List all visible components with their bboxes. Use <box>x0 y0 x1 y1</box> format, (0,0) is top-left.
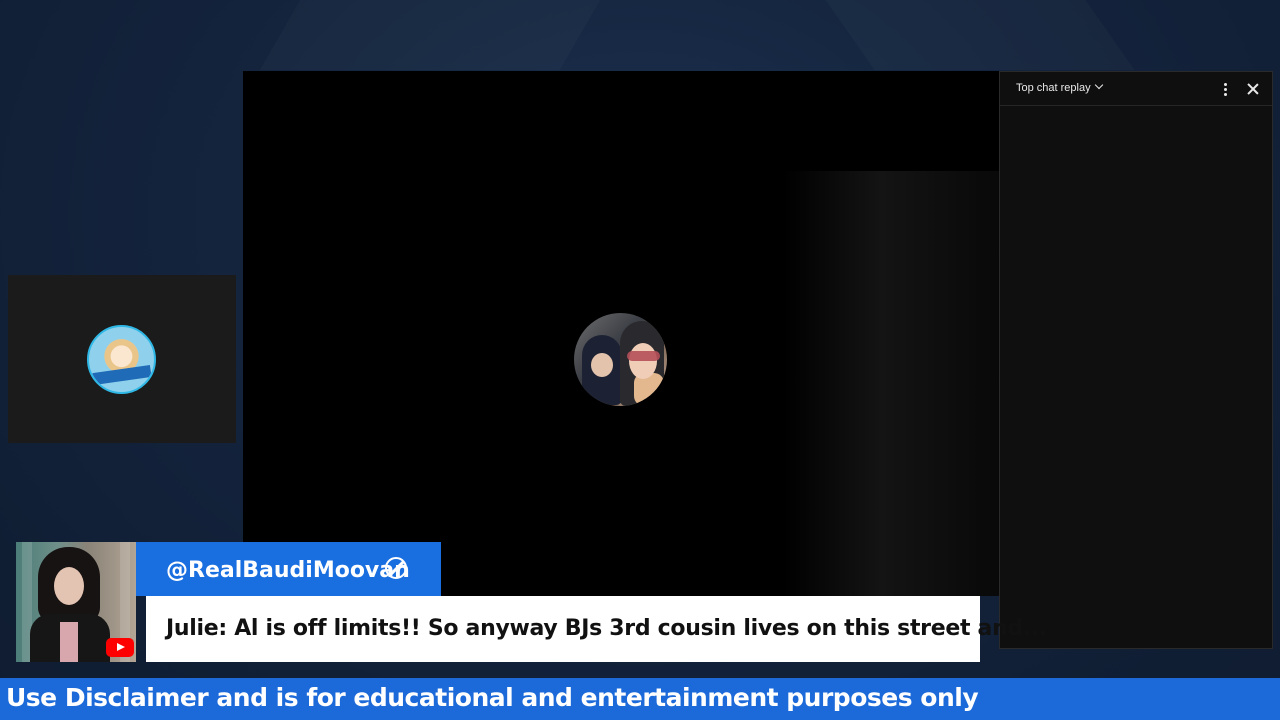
comment-message: Julie: Al is off limits!! So anyway BJs … <box>166 616 1048 641</box>
chevron-down-icon <box>1094 80 1103 90</box>
disclaimer-ticker: Use Disclaimer and is for educational an… <box>0 678 1280 720</box>
host-avatar <box>87 325 156 394</box>
background-shard <box>825 0 1134 70</box>
no-entry-icon <box>385 557 407 579</box>
background-shard <box>260 0 600 70</box>
guest-avatar <box>574 313 667 406</box>
commenter-handle-banner: @RealBaudiMoovan <box>136 542 441 596</box>
stage-light-glow <box>783 171 1000 596</box>
ticker-text: Use Disclaimer and is for educational an… <box>6 683 979 712</box>
secondary-guest-panel <box>8 275 236 443</box>
chat-mode-dropdown[interactable]: Top chat replay <box>1016 80 1103 94</box>
chat-panel: Top chat replay <box>999 71 1273 649</box>
chat-messages-area[interactable] <box>1000 106 1272 648</box>
more-vert-icon[interactable] <box>1218 81 1232 97</box>
chat-header: Top chat replay <box>1000 72 1272 106</box>
main-video-stage <box>243 71 1000 596</box>
host-thumbnail <box>16 542 136 662</box>
youtube-logo-icon <box>106 638 134 657</box>
commenter-handle: @RealBaudiMoovan <box>166 558 410 583</box>
close-icon[interactable] <box>1245 81 1261 97</box>
comment-message-box: Julie: Al is off limits!! So anyway BJs … <box>146 596 1047 662</box>
chat-mode-label: Top chat replay <box>1016 82 1091 94</box>
